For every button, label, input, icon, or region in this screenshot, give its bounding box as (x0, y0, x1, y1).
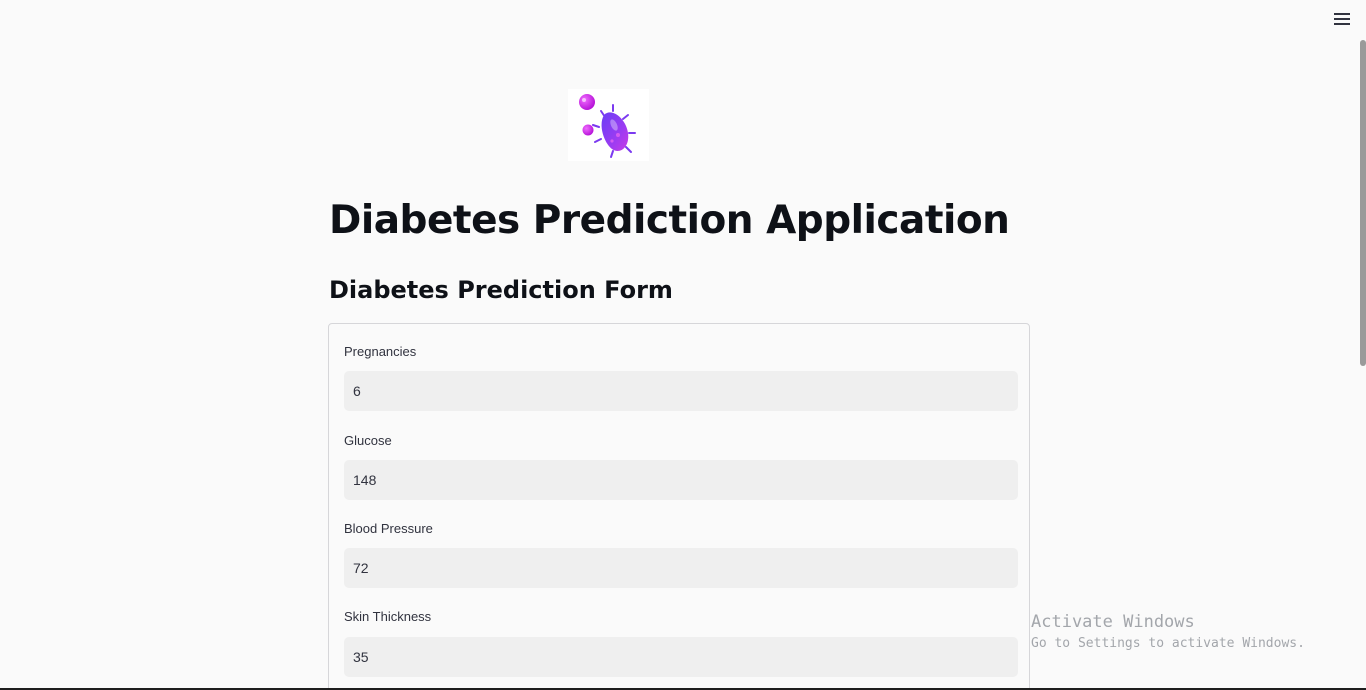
pregnancies-label: Pregnancies (344, 344, 417, 359)
blood-pressure-input[interactable] (344, 548, 1018, 588)
skin-thickness-input[interactable] (344, 637, 1018, 677)
blood-pressure-label: Blood Pressure (344, 521, 433, 536)
menu-bar-middle (1334, 18, 1350, 20)
pregnancies-input[interactable] (344, 371, 1018, 411)
form-heading: Diabetes Prediction Form (329, 276, 673, 304)
scrollbar-thumb[interactable] (1360, 40, 1366, 366)
glucose-label: Glucose (344, 433, 392, 448)
activate-windows-watermark: Activate Windows Go to Settings to activ… (1031, 612, 1305, 655)
watermark-title: Activate Windows (1031, 612, 1195, 632)
glucose-input[interactable] (344, 460, 1018, 500)
menu-bar-bottom (1334, 23, 1350, 25)
hamburger-menu-icon[interactable] (1331, 10, 1353, 28)
app-page: Diabetes Prediction Application Diabetes… (0, 0, 1366, 690)
page-title: Diabetes Prediction Application (329, 198, 1010, 243)
watermark-subtitle: Go to Settings to activate Windows. (1031, 636, 1305, 651)
logo-image (568, 89, 649, 161)
menu-bar-top (1334, 13, 1350, 15)
bacteria-germ-icon (579, 94, 636, 158)
skin-thickness-label: Skin Thickness (344, 609, 432, 624)
page-scrollbar[interactable] (1360, 0, 1366, 690)
